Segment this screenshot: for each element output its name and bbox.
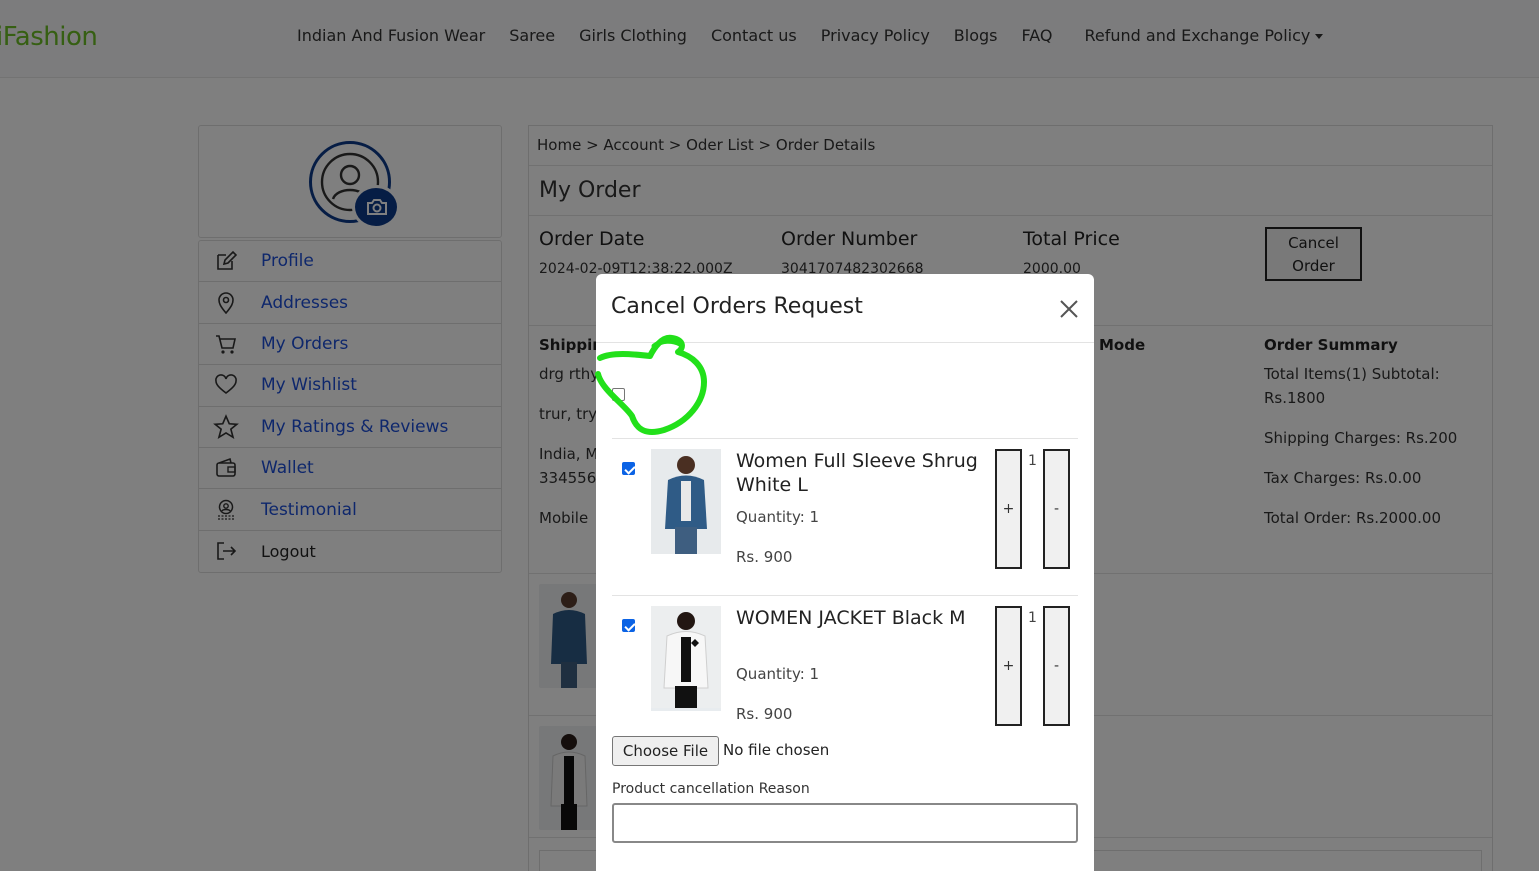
decrement-label: - <box>1053 501 1060 517</box>
product-price: Rs. 900 <box>736 548 793 566</box>
product-quantity: Quantity: 1 <box>736 665 820 683</box>
quantity-increment-button[interactable]: + <box>995 449 1022 569</box>
item-checkbox[interactable] <box>622 619 635 632</box>
divider <box>612 438 1078 439</box>
quantity-increment-button[interactable]: + <box>995 606 1022 726</box>
choose-file-button[interactable]: Choose File <box>612 736 719 766</box>
product-photo-icon <box>651 449 721 554</box>
product-name: WOMEN JACKET Black M <box>736 607 966 629</box>
product-image <box>651 606 721 711</box>
close-icon[interactable] <box>1059 299 1079 319</box>
product-image <box>651 449 721 554</box>
decrement-label: - <box>1053 658 1060 674</box>
increment-label: + <box>1002 501 1015 517</box>
cancel-orders-modal: Cancel Orders Request Women Full Sleeve … <box>596 274 1094 871</box>
modal-title: Cancel Orders Request <box>611 294 863 319</box>
quantity-decrement-button[interactable]: - <box>1043 449 1070 569</box>
product-quantity: Quantity: 1 <box>736 508 820 526</box>
divider <box>596 342 1094 343</box>
cancel-quantity-value: 1 <box>1028 610 1037 626</box>
product-name: Women Full Sleeve Shrug White L <box>736 450 978 496</box>
item-checkbox[interactable] <box>622 462 635 475</box>
reason-label: Product cancellation Reason <box>612 781 810 797</box>
select-all-checkbox[interactable] <box>612 388 625 401</box>
product-price: Rs. 900 <box>736 705 793 723</box>
cancellation-reason-input[interactable] <box>612 803 1078 843</box>
increment-label: + <box>1002 658 1015 674</box>
file-status: No file chosen <box>723 741 830 759</box>
divider <box>612 595 1078 596</box>
cancel-quantity-value: 1 <box>1028 453 1037 469</box>
quantity-decrement-button[interactable]: - <box>1043 606 1070 726</box>
product-photo-icon <box>651 606 721 708</box>
